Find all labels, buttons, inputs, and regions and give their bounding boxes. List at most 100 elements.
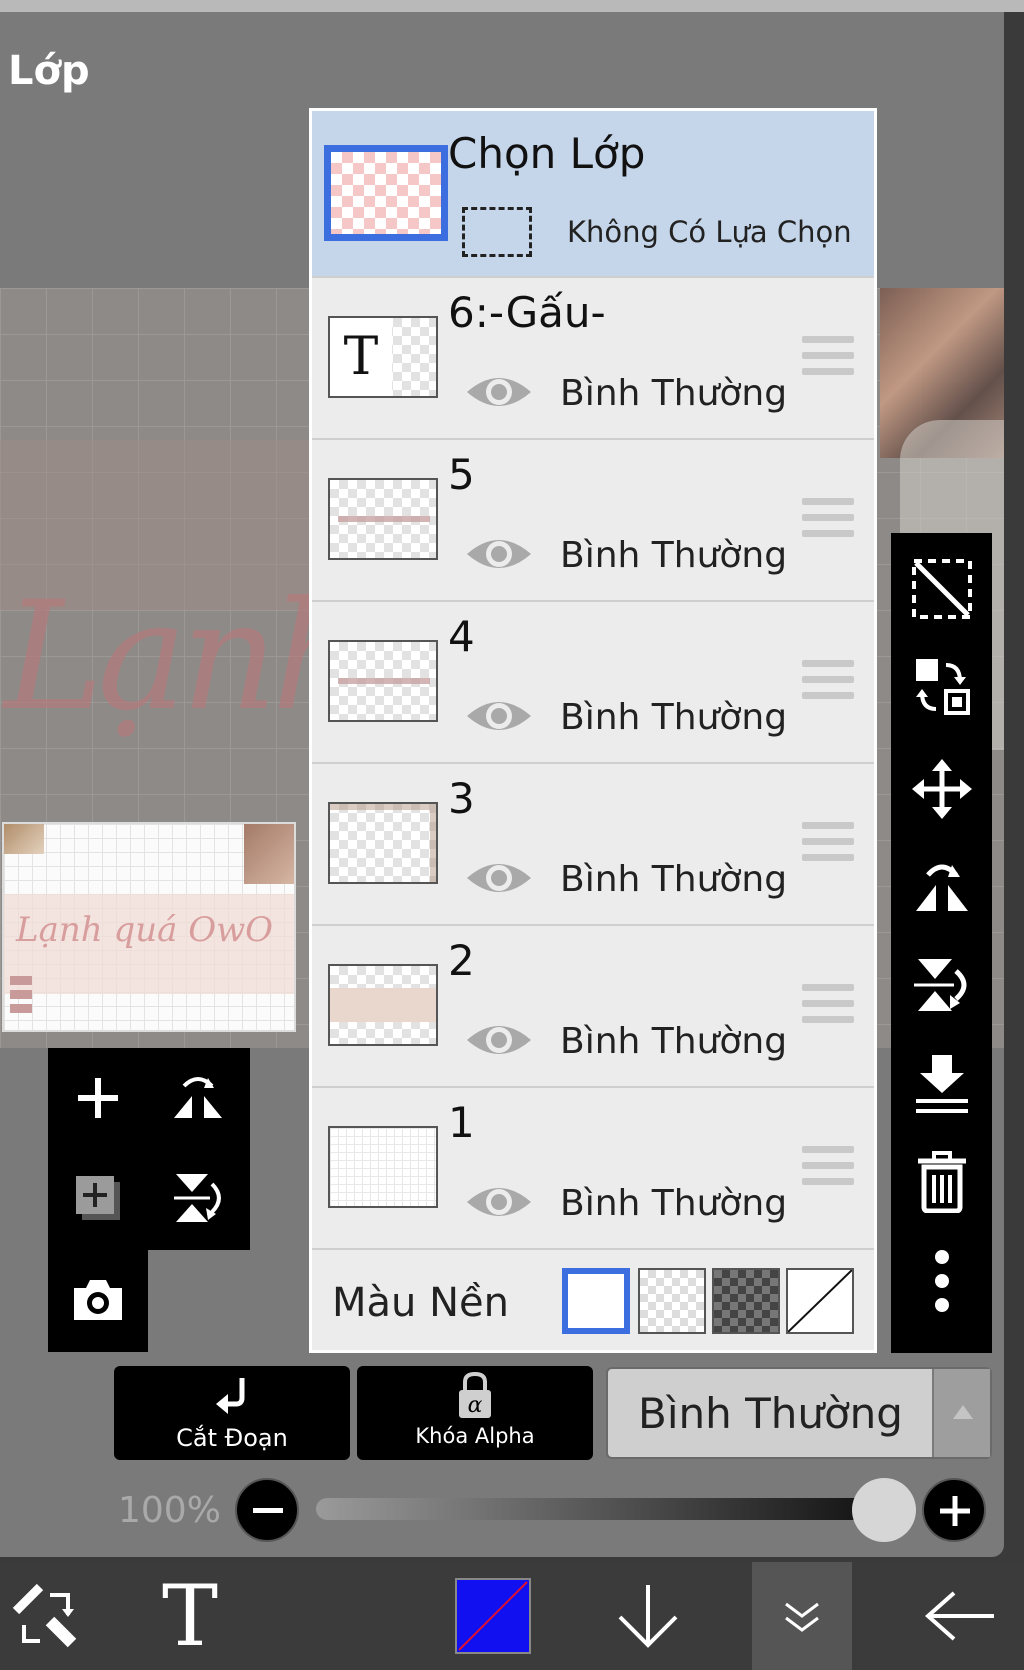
clipping-button[interactable]: Cắt Đoạn <box>114 1366 350 1460</box>
swap-layer-icon <box>915 659 970 715</box>
minus-icon <box>253 1508 283 1513</box>
visibility-eye-icon[interactable] <box>464 370 534 418</box>
preview-text: Lạnh quá OwO <box>16 910 274 950</box>
preview-bar <box>10 976 32 985</box>
visibility-eye-icon[interactable] <box>464 694 534 742</box>
layer-blend-mode: Bình Thường <box>560 697 788 738</box>
preview-photo <box>244 824 294 884</box>
layer-thumbnail <box>328 640 438 722</box>
opacity-decrease-button[interactable] <box>235 1478 299 1542</box>
flip-horizontal-button[interactable] <box>148 1048 248 1148</box>
opacity-slider[interactable] <box>316 1498 886 1520</box>
swap-layer-button[interactable] <box>891 639 992 735</box>
preview-bar <box>10 1004 32 1013</box>
alpha-lock-button[interactable]: α Khóa Alpha <box>357 1366 593 1460</box>
opacity-slider-knob[interactable] <box>852 1478 916 1542</box>
delete-layer-button[interactable] <box>891 1133 992 1229</box>
thumb-band <box>330 988 436 1022</box>
bg-swatch-checker-dark[interactable] <box>712 1268 780 1334</box>
drag-handle-icon[interactable] <box>802 498 854 546</box>
bg-swatch-checker-light[interactable] <box>638 1268 706 1334</box>
back-arrow-icon <box>924 1591 994 1641</box>
chevron-up-icon <box>953 1405 973 1419</box>
layer-row[interactable]: T 6:-Gấu- Bình Thường <box>312 276 874 438</box>
visibility-eye-icon[interactable] <box>464 1180 534 1228</box>
left-toolbox <box>48 1048 250 1250</box>
page-title: Lớp <box>8 48 90 94</box>
status-strip <box>0 0 1024 12</box>
drag-handle-icon[interactable] <box>802 822 854 870</box>
drag-handle-icon[interactable] <box>802 1146 854 1194</box>
clear-selection-button[interactable] <box>891 541 992 637</box>
select-layer-title: Chọn Lớp <box>448 129 646 178</box>
flip-vertical-button[interactable] <box>148 1148 248 1248</box>
flip-horizontal-icon <box>174 1077 222 1118</box>
text-tool-button[interactable]: T <box>140 1562 240 1670</box>
layer-name: 6:-Gấu- <box>448 288 606 337</box>
layer-row[interactable]: 4 Bình Thường <box>312 600 874 762</box>
visibility-eye-icon[interactable] <box>464 856 534 904</box>
back-button[interactable] <box>908 1562 1012 1670</box>
layer-blend-mode: Bình Thường <box>560 373 788 414</box>
camera-button[interactable] <box>48 1250 148 1350</box>
layer-row[interactable]: 2 Bình Thường <box>312 924 874 1086</box>
more-icon <box>934 1250 949 1312</box>
add-layer-icon <box>78 1078 118 1118</box>
layer-down-button[interactable] <box>600 1562 696 1670</box>
add-copy-layer-button[interactable] <box>48 1148 148 1248</box>
text-tool-icon: T <box>161 1567 219 1665</box>
bg-swatch-white[interactable] <box>562 1268 630 1334</box>
visibility-eye-icon[interactable] <box>464 1018 534 1066</box>
layer-blend-mode: Bình Thường <box>560 859 788 900</box>
right-toolbar <box>891 533 992 1353</box>
blend-mode-value: Bình Thường <box>638 1389 903 1438</box>
transform-button[interactable] <box>0 1562 90 1670</box>
layer-name: 1 <box>448 1098 475 1147</box>
select-layer-row[interactable]: Chọn Lớp Không Có Lựa Chọn <box>312 111 874 276</box>
add-layer-button[interactable] <box>48 1048 148 1148</box>
layer-thumbnail <box>328 964 438 1046</box>
selection-thumbnail <box>324 145 448 241</box>
left-toolbox-extra <box>48 1250 148 1352</box>
down-arrow-icon <box>618 1585 678 1648</box>
preview-corner <box>4 824 44 854</box>
selection-clear-icon <box>911 559 972 619</box>
merge-down-icon <box>915 1055 968 1113</box>
camera-icon <box>74 1280 122 1320</box>
collapse-button[interactable] <box>752 1562 852 1670</box>
visibility-eye-icon[interactable] <box>464 532 534 580</box>
layer-row[interactable]: 3 Bình Thường <box>312 762 874 924</box>
drag-handle-icon[interactable] <box>802 336 854 384</box>
more-options-button[interactable] <box>891 1233 992 1329</box>
background-color-row: Màu Nền <box>312 1248 874 1350</box>
drag-handle-icon[interactable] <box>802 984 854 1032</box>
transform-icon <box>12 1583 77 1648</box>
opacity-increase-button[interactable] <box>922 1478 986 1542</box>
layer-thumbnail: T <box>328 316 438 398</box>
canvas-preview[interactable]: Lạnh quá OwO <box>2 822 296 1032</box>
bottom-app-bar: T <box>0 1562 1024 1670</box>
text-layer-icon: T <box>330 318 392 396</box>
background-label: Màu Nền <box>332 1280 509 1326</box>
blend-mode-select[interactable]: Bình Thường <box>606 1367 992 1459</box>
opacity-value: 100% <box>118 1490 221 1531</box>
clipping-label: Cắt Đoạn <box>176 1424 288 1452</box>
layer-panel: Chọn Lớp Không Có Lựa Chọn T 6:-Gấu- Bình … <box>309 108 877 1353</box>
layer-name: 3 <box>448 774 475 823</box>
drag-handle-icon[interactable] <box>802 660 854 708</box>
flip-vertical-button[interactable] <box>891 937 992 1033</box>
merge-down-button[interactable] <box>891 1035 992 1131</box>
thumb-strip <box>338 516 430 522</box>
layer-name: 5 <box>448 450 475 499</box>
layer-row[interactable]: 5 Bình Thường <box>312 438 874 600</box>
clipping-icon <box>216 1378 245 1414</box>
layer-row[interactable]: 1 Bình Thường <box>312 1086 874 1248</box>
add-copy-layer-icon <box>76 1176 120 1220</box>
color-button[interactable] <box>446 1562 540 1670</box>
flip-horizontal-button[interactable] <box>891 839 992 935</box>
blend-mode-arrow[interactable] <box>932 1369 990 1457</box>
move-button[interactable] <box>891 741 992 837</box>
bg-swatch-none[interactable] <box>786 1268 854 1334</box>
selection-status: Không Có Lựa Chọn <box>567 215 852 249</box>
trash-icon <box>917 1151 966 1213</box>
